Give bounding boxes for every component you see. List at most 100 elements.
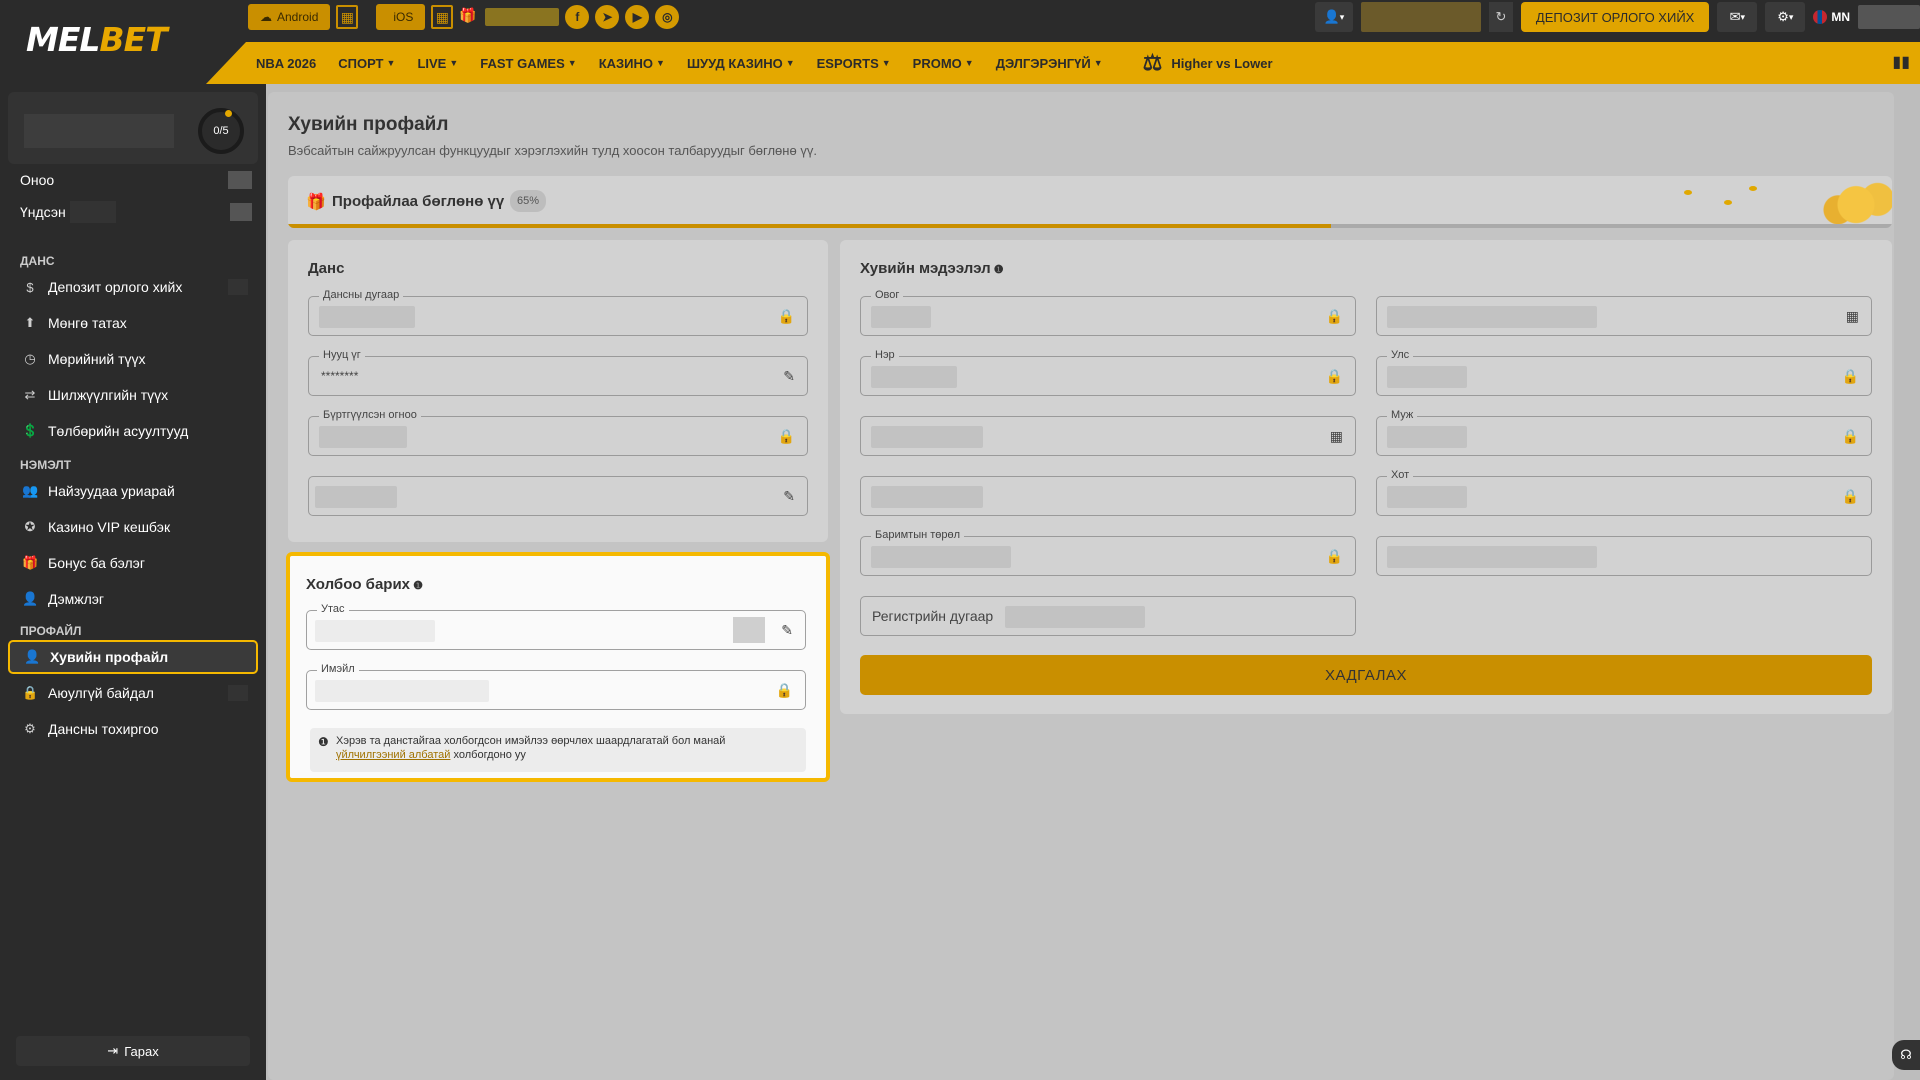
lock-icon: 🔒 [1841,368,1859,384]
sidebar-item-deposit[interactable]: $ Депозит орлого хийх [8,270,258,304]
birth-date-field[interactable]: ▦ [860,416,1356,456]
mail-button[interactable]: ✉ ▾ [1717,2,1758,32]
registration-number-field[interactable]: Регистрийн дугаар [860,596,1356,636]
section-account: ДАНС [20,254,55,268]
calendar-icon[interactable]: ▦ [1330,428,1343,445]
address-field[interactable] [1376,536,1872,576]
account-number-value [319,306,415,328]
telegram-icon[interactable]: ➤ [595,5,620,29]
info-icon[interactable]: ❶ [410,580,423,592]
password-field[interactable]: Нууц үг ******** ✎ [308,349,808,396]
nav-item-higher-lower[interactable]: ⚖ Higher vs Lower [1143,50,1273,76]
nav-item-esports[interactable]: ESPORTS ▼ [817,56,891,71]
chevron-down-icon: ▼ [964,58,974,68]
lock-icon: 🔒 [777,308,795,324]
pencil-icon[interactable]: ✎ [783,488,795,505]
calendar-icon[interactable]: ▦ [1846,308,1859,325]
sidebar-item-bet-history[interactable]: ◷ Мөрийний түүх [8,342,258,376]
birthplace-field[interactable] [860,476,1356,516]
sidebar-item-bonus[interactable]: 🎁 Бонус ба бэлэг [8,546,258,580]
main-balance-value [230,203,252,221]
account-info[interactable] [1858,5,1920,29]
country-value [1387,366,1467,388]
document-type-value [871,546,1011,568]
book-icon[interactable]: ▮▮ [1892,52,1910,72]
refresh-icon[interactable]: ↻ [1488,2,1513,32]
page-subtitle: Вэбсайтын сайжруулсан функцуудыг хэрэглэ… [288,143,817,158]
money-icon: 💲 [22,423,39,438]
name-value [871,366,957,388]
nav-item-live-casino[interactable]: ШУУД КАЗИНО ▼ [687,56,795,71]
language-selector[interactable]: MN [1813,2,1850,32]
registered-date-value [319,426,407,448]
melbet-logo[interactable]: MELBET [26,20,168,59]
ring-indicator [225,110,232,117]
sidebar-item-transfer-history[interactable]: ⇄ Шилжүүлгийн түүх [8,378,258,412]
extra-field[interactable]: ✎ [308,476,808,516]
lock-icon: 🔒 [1841,428,1859,444]
deposit-button[interactable]: ДЕПОЗИТ ОРЛОГО ХИЙХ [1520,2,1710,32]
nav-item-more[interactable]: ДЭЛГЭРЭНГҮЙ ▼ [996,56,1103,71]
chevron-down-icon: ▼ [656,58,665,68]
lock-icon: 🔒 [777,428,795,444]
progress-bar [288,224,1892,228]
info-icon[interactable]: ❶ [991,264,1004,276]
user-menu-button[interactable]: 👤 ▾ [1314,2,1353,32]
nav-item-casino[interactable]: КАЗИНО ▼ [599,56,665,71]
support-link[interactable]: үйлчилгээний албатай [336,749,450,761]
pencil-icon[interactable]: ✎ [781,622,793,639]
headset-icon[interactable]: ☊ [1892,1040,1920,1070]
sidebar-item-vip-cashback[interactable]: ✪ Казино VIP кешбэк [8,510,258,544]
qr-code-icon[interactable]: ▦ [336,5,359,29]
nav-item-promo[interactable]: PROMO ▼ [913,56,974,71]
points-value [228,171,252,189]
chip-icon: ✪ [24,519,36,534]
account-number-field: Дансны дугаар 🔒 [308,289,808,336]
lock-icon: 🔒 [22,685,39,700]
instagram-icon[interactable]: ◎ [655,5,680,29]
settings-button[interactable]: ⚙ ▾ [1765,2,1806,32]
profile-progress-card[interactable]: 🎁 Профайлаа бөглөнө үү 65% [288,176,1892,228]
ios-app-button[interactable]: iOS [376,4,426,30]
lock-icon: 🔒 [1325,308,1343,324]
sidebar-item-security[interactable]: 🔒 Аюулгүй байдал [8,676,258,710]
facebook-icon[interactable]: f [565,5,590,29]
sidebar-item-support[interactable]: 👤 Дэмжлэг [8,582,258,616]
chevron-down-icon: ▼ [567,58,577,68]
sidebar-item-payment-questions[interactable]: 💲 Төлбөрийн асуултууд [8,414,258,448]
sidebar-item-invite-friends[interactable]: 👥 Найзуудаа уриарай [8,474,258,508]
chevron-down-icon: ▾ [1788,11,1794,22]
balance-display[interactable] [1360,2,1481,32]
logout-button[interactable]: ⇥ Гарах [16,1036,250,1066]
city-field: Хот 🔒 [1376,469,1872,516]
qr-code-icon[interactable]: ▦ [431,5,454,29]
country-field: Улс 🔒 [1376,349,1872,396]
android-app-button[interactable]: ☁ Android [248,4,331,30]
gear-icon: ⚙ [1777,9,1789,24]
verify-box[interactable] [733,617,765,643]
nav-item-sport[interactable]: СПОРТ ▼ [338,56,395,71]
gift-icon[interactable]: 🎁 [459,7,479,27]
sidebar-item-personal-profile[interactable]: 👤 Хувийн профайл [8,640,258,674]
sidebar-item-account-settings[interactable]: ⚙ Дансны тохиргоо [8,712,258,746]
sidebar-item-withdraw[interactable]: ⬆ Мөнгө татах [8,306,258,340]
dollar-icon: $ [26,279,34,295]
progress-badge: 65% [510,190,547,212]
promo-banner[interactable] [485,8,560,26]
progress-fill [288,224,1331,228]
save-button[interactable]: ХАДГАЛАХ [860,655,1872,695]
lock-icon: 🔒 [1325,548,1343,564]
nav-item-fast-games[interactable]: FAST GAMES ▼ [480,56,576,71]
date-field[interactable]: ▦ [1376,296,1872,336]
section-profile: ПРОФАЙЛ [20,624,82,638]
phone-value [315,620,435,642]
email-value [315,680,489,702]
nav-item-live[interactable]: LIVE ▼ [417,56,458,71]
phone-field[interactable]: Утас ✎ [306,603,806,650]
surname-field: Овог 🔒 [860,289,1356,336]
pencil-icon[interactable]: ✎ [783,368,795,385]
youtube-icon[interactable]: ▶ [625,5,650,29]
flag-icon [1813,10,1828,24]
nav-item-nba[interactable]: NBA 2026 [256,56,316,71]
progress-ring[interactable]: 0/5 [198,108,244,154]
